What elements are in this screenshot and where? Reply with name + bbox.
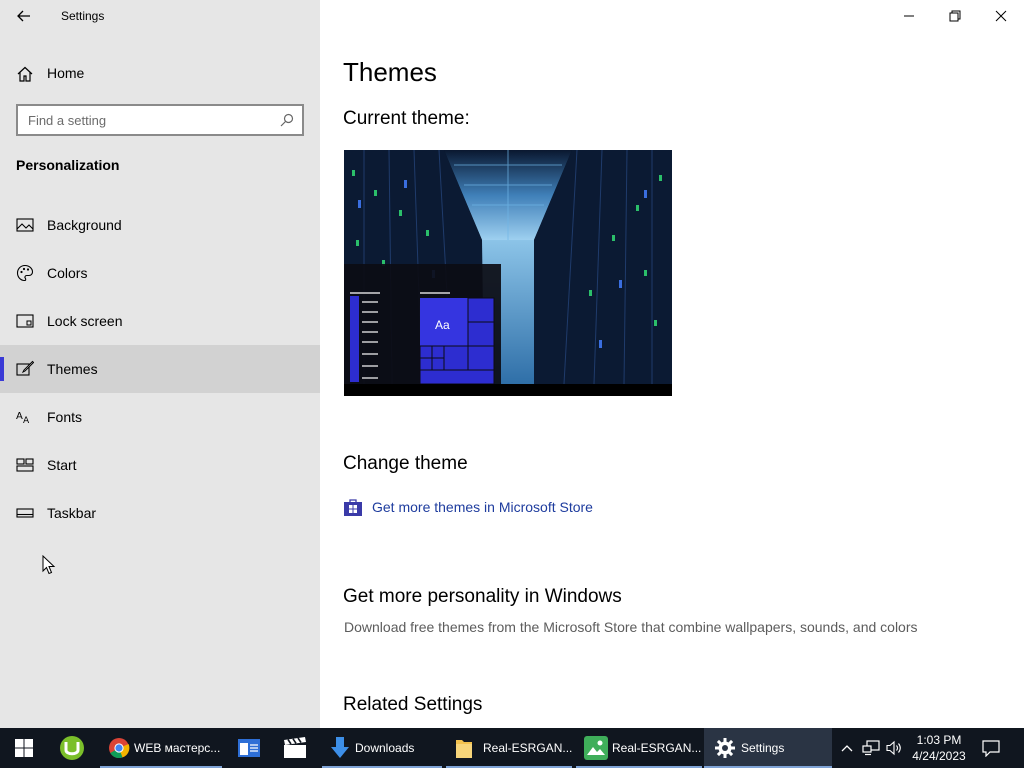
minimize-button[interactable] — [886, 0, 932, 32]
chevron-up-icon — [841, 745, 853, 752]
taskbar-icon — [16, 508, 34, 518]
settings-sidebar: Settings Home Personalization Background… — [0, 0, 320, 728]
taskbar-clock[interactable]: 1:03 PM 4/24/2023 — [906, 728, 972, 768]
theme-wallpaper-image: Aa — [344, 150, 672, 396]
personality-heading: Get more personality in Windows — [343, 586, 622, 607]
app-window-icon — [238, 739, 260, 757]
mouse-cursor-icon — [42, 555, 56, 575]
start-button[interactable] — [0, 728, 48, 768]
search-box[interactable] — [16, 104, 304, 136]
taskbar-settings[interactable]: Settings — [704, 728, 832, 768]
change-theme-heading: Change theme — [343, 453, 468, 474]
taskbar-image-viewer[interactable]: Real-ESRGAN... — [576, 728, 702, 768]
taskbar-item-label: Settings — [741, 741, 785, 755]
personality-description: Download free themes from the Microsoft … — [344, 619, 918, 635]
action-center-button[interactable] — [976, 728, 1006, 768]
sidebar-item-label: Lock screen — [47, 313, 123, 329]
taskbar-folder[interactable]: Real-ESRGAN... — [446, 728, 572, 768]
download-arrow-icon — [331, 737, 349, 758]
clapperboard-icon — [284, 737, 306, 758]
windows-start-icon — [15, 739, 33, 757]
sidebar-item-label: Background — [47, 217, 122, 233]
font-icon: A A — [16, 411, 30, 426]
gear-icon — [715, 738, 735, 758]
taskbar-item-label: Real-ESRGAN... — [483, 741, 573, 755]
search-input[interactable] — [18, 112, 273, 128]
taskbar: WEB мастерс... Downloads Real-ESRGAN... — [0, 728, 1024, 768]
restore-icon — [949, 10, 961, 22]
sidebar-item-label: Start — [47, 457, 77, 473]
page-title: Themes — [343, 57, 437, 87]
network-button[interactable] — [860, 728, 882, 768]
sidebar-item-start[interactable]: Start — [0, 441, 320, 489]
chrome-icon — [109, 738, 130, 759]
sidebar-item-label: Taskbar — [47, 505, 97, 521]
current-theme-heading: Current theme: — [343, 108, 470, 129]
section-heading: Personalization — [16, 157, 120, 173]
minimize-icon — [904, 15, 914, 17]
sidebar-item-themes[interactable]: Themes — [0, 345, 320, 393]
home-icon — [17, 66, 33, 82]
taskbar-item-label: WEB мастерс... — [134, 741, 221, 755]
image-viewer-icon — [584, 736, 608, 760]
svg-text:A: A — [16, 411, 23, 422]
taskbar-video-editor[interactable] — [272, 728, 318, 768]
app-title: Settings — [61, 9, 105, 23]
sidebar-item-label: Fonts — [47, 409, 83, 425]
close-button[interactable] — [978, 0, 1024, 32]
picture-icon — [16, 218, 34, 232]
sidebar-item-label: Colors — [47, 265, 88, 281]
preview-tile-text: Aa — [435, 318, 450, 332]
brush-icon — [16, 360, 34, 376]
clock-date: 4/24/2023 — [912, 749, 966, 763]
clock-time: 1:03 PM — [916, 733, 962, 747]
home-label: Home — [47, 65, 85, 81]
sidebar-item-taskbar[interactable]: Taskbar — [0, 489, 320, 537]
sidebar-item-lock-screen[interactable]: Lock screen — [0, 297, 320, 345]
back-arrow-icon — [17, 10, 30, 22]
sidebar-item-colors[interactable]: Colors — [0, 249, 320, 297]
current-theme-preview[interactable]: Aa — [344, 150, 672, 396]
taskbar-item-label: Real-ESRGAN... — [612, 741, 702, 755]
palette-icon — [16, 264, 34, 282]
show-hidden-icons-button[interactable] — [836, 728, 858, 768]
sidebar-item-label: Themes — [47, 361, 98, 377]
start-layout-icon — [16, 458, 34, 472]
store-link-label[interactable]: Get more themes in Microsoft Store — [372, 499, 593, 515]
home-nav-item[interactable]: Home — [0, 57, 320, 89]
notification-icon — [982, 739, 1000, 757]
svg-text:A: A — [23, 416, 30, 426]
sidebar-item-background[interactable]: Background — [0, 201, 320, 249]
folder-icon — [456, 740, 472, 758]
taskbar-downloads[interactable]: Downloads — [322, 728, 442, 768]
back-button[interactable] — [8, 0, 40, 32]
taskbar-chrome[interactable]: WEB мастерс... — [100, 728, 222, 768]
restore-button[interactable] — [932, 0, 978, 32]
taskbar-app[interactable] — [226, 728, 272, 768]
speaker-icon — [886, 740, 901, 756]
sidebar-item-fonts[interactable]: A A Fonts — [0, 393, 320, 441]
taskbar-item-label: Downloads — [355, 741, 415, 755]
search-icon[interactable] — [280, 113, 294, 127]
store-bag-icon — [344, 499, 362, 516]
utorrent-icon — [60, 736, 84, 760]
microsoft-store-link[interactable]: Get more themes in Microsoft Store — [343, 496, 593, 518]
volume-button[interactable] — [883, 728, 905, 768]
taskbar-utorrent[interactable] — [48, 728, 96, 768]
lock-screen-icon — [16, 314, 34, 328]
related-settings-heading: Related Settings — [343, 694, 483, 715]
network-icon — [862, 740, 880, 756]
close-icon — [995, 10, 1007, 22]
